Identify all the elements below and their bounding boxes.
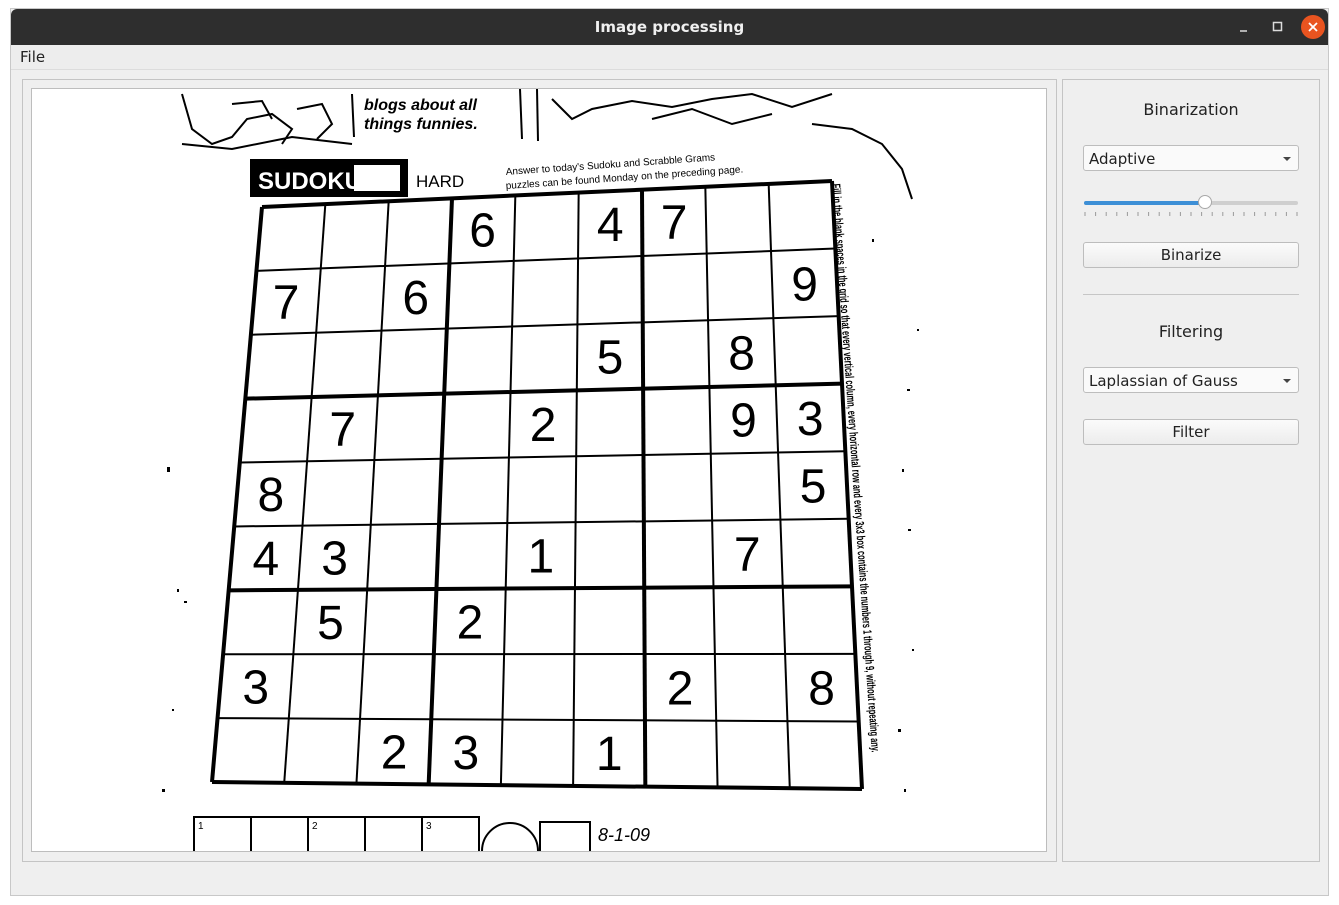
threshold-slider[interactable]	[1083, 192, 1299, 222]
image-view[interactable]: blogs about all things funnies. SUDOKU H…	[31, 88, 1047, 852]
sudoku-digit: 7	[661, 196, 688, 249]
footer-boxes	[193, 816, 591, 851]
close-button[interactable]	[1301, 15, 1325, 39]
sudoku-digit: 4	[597, 199, 624, 252]
sudoku-digit: 5	[800, 461, 827, 514]
slider-fill	[1084, 201, 1205, 205]
filter-method-value: Laplassian of Gauss	[1089, 372, 1238, 390]
grid-line-vertical	[426, 198, 454, 785]
slider-ticks	[1084, 212, 1298, 216]
sudoku-digit: 6	[469, 205, 496, 258]
sudoku-digit: 8	[728, 328, 755, 381]
grid-line-vertical	[499, 195, 517, 786]
chevron-down-icon	[1283, 157, 1291, 161]
footer-number-2: 2	[312, 821, 318, 832]
sudoku-digit: 7	[329, 403, 356, 456]
minimize-icon	[1240, 30, 1247, 32]
sudoku-digit: 8	[258, 469, 285, 522]
grid-line-vertical	[640, 189, 648, 787]
grid-line-vertical	[704, 186, 719, 788]
control-panel: Binarization Adaptive Binarize Filtering…	[1062, 79, 1320, 862]
sudoku-digit: 7	[734, 529, 761, 582]
menu-file[interactable]: File	[20, 48, 45, 66]
status-bar	[11, 865, 1328, 895]
grid-line-vertical	[572, 192, 580, 786]
grid-line-vertical	[767, 183, 791, 789]
grid-line-horizontal	[256, 247, 836, 272]
panel-separator	[1083, 294, 1299, 295]
binarization-title: Binarization	[1143, 100, 1239, 119]
sudoku-digit: 2	[457, 596, 484, 649]
grid-line-horizontal	[228, 584, 853, 593]
sudoku-digit: 7	[273, 277, 300, 330]
maximize-button[interactable]	[1266, 15, 1290, 39]
slider-handle[interactable]	[1197, 195, 1212, 209]
maximize-icon	[1272, 21, 1283, 32]
sudoku-digit: 3	[321, 532, 348, 585]
sudoku-digit: 2	[381, 726, 408, 779]
sudoku-digit: 3	[242, 661, 269, 714]
grid-line-horizontal	[234, 517, 849, 528]
app-window: Image processing File blogs about all th…	[10, 8, 1329, 896]
sudoku-digit: 5	[597, 331, 624, 384]
sudoku-digit: 1	[528, 530, 555, 583]
sudoku-digit: 9	[730, 395, 757, 448]
sudoku-digit: 9	[791, 258, 818, 311]
sudoku-digit: 4	[252, 533, 279, 586]
footer-number-1: 1	[198, 821, 204, 832]
image-frame: blogs about all things funnies. SUDOKU H…	[22, 79, 1057, 862]
binarization-method-value: Adaptive	[1089, 150, 1156, 168]
window-title: Image processing	[594, 18, 745, 36]
difficulty-label: HARD	[416, 172, 464, 191]
sudoku-digit: 8	[808, 663, 835, 716]
sudoku-grid-lines	[210, 179, 864, 791]
grid-line-horizontal	[211, 780, 863, 791]
title-bar[interactable]: Image processing	[11, 9, 1328, 45]
binarization-method-select[interactable]: Adaptive	[1083, 145, 1299, 171]
footer-number-3: 3	[426, 821, 432, 832]
filter-method-select[interactable]: Laplassian of Gauss	[1083, 367, 1299, 393]
minimize-button[interactable]	[1232, 15, 1256, 39]
sudoku-digit: 3	[797, 393, 824, 446]
sudoku-digit: 5	[317, 597, 344, 650]
menu-bar: File	[11, 45, 1328, 70]
filter-button[interactable]: Filter	[1083, 419, 1299, 445]
grid-line-horizontal	[217, 717, 859, 723]
slider-track	[1084, 201, 1298, 205]
grid-line-vertical	[355, 201, 390, 784]
comic-caption-1: blogs about all	[364, 97, 477, 114]
comic-caption-2: things funnies.	[364, 116, 478, 133]
filtering-title: Filtering	[1158, 322, 1224, 341]
sudoku-digit: 6	[402, 272, 429, 325]
binarize-button[interactable]: Binarize	[1083, 242, 1299, 268]
sudoku-digits: 6 4 77 6 95 87 2 9 38 54 3 1 75 23 2 82 3 1	[242, 196, 835, 781]
date-label: 8-1-09	[598, 825, 650, 845]
sudoku-digit: 2	[667, 662, 694, 715]
sudoku-digit: 2	[530, 399, 557, 452]
sudoku-banner-box	[354, 165, 400, 191]
sudoku-scan: blogs about all things funnies. SUDOKU H…	[162, 89, 919, 851]
close-icon	[1308, 22, 1318, 32]
chevron-down-icon	[1283, 379, 1291, 383]
sudoku-digit: 3	[452, 727, 479, 780]
sudoku-digit: 1	[596, 728, 623, 781]
sudoku-title: SUDOKU	[258, 168, 362, 195]
